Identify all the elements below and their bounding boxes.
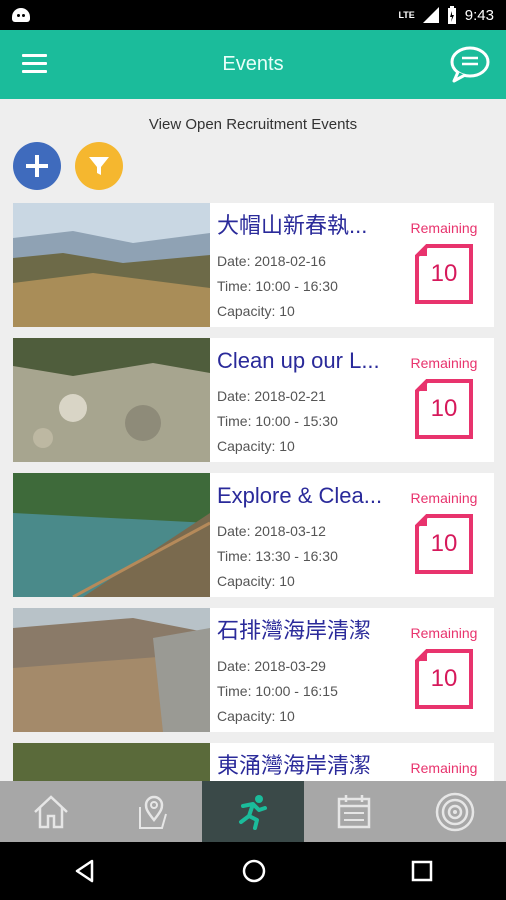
- calendar-icon: [337, 794, 371, 828]
- signal-icon: [422, 7, 439, 23]
- battery-icon: [447, 6, 456, 24]
- menu-icon[interactable]: [22, 54, 47, 74]
- remaining-label: Remaining: [410, 490, 478, 506]
- remaining-label: Remaining: [410, 355, 478, 371]
- home-icon: [33, 794, 68, 828]
- nav-map[interactable]: [101, 781, 202, 842]
- remaining-count: 10: [430, 395, 458, 422]
- back-icon[interactable]: [72, 858, 98, 884]
- event-title: 石排灣海岸清潔: [217, 618, 372, 643]
- app-bar: Events: [0, 30, 506, 99]
- event-time: Time: 10:00 - 15:30: [217, 413, 338, 429]
- event-time: Time: 10:00 - 16:30: [217, 278, 338, 294]
- clock: 9:43: [464, 6, 494, 24]
- remaining-badge: 10: [413, 648, 475, 710]
- plus-icon: [26, 155, 48, 177]
- event-card[interactable]: 大帽山新春執... Date: 2018-02-16 Time: 10:00 -…: [13, 203, 494, 327]
- recents-icon[interactable]: [410, 859, 434, 883]
- filter-icon: [89, 157, 109, 175]
- target-icon: [436, 792, 475, 831]
- nav-calendar[interactable]: [304, 781, 405, 842]
- runner-icon: [239, 794, 267, 830]
- event-capacity: Capacity: 10: [217, 708, 295, 724]
- subtitle: View Open Recruitment Events: [148, 116, 358, 133]
- event-title: Explore & Clea...: [217, 483, 383, 508]
- event-card[interactable]: Clean up our L... Date: 2018-02-21 Time:…: [13, 338, 494, 462]
- event-card[interactable]: 東涌灣海岸清潔 Remaining: [13, 743, 494, 781]
- event-time: Time: 10:00 - 16:15: [217, 683, 338, 699]
- remaining-count: 10: [430, 665, 458, 692]
- remaining-badge: 10: [413, 513, 475, 575]
- event-date: Date: 2018-03-12: [217, 523, 326, 539]
- add-event-button[interactable]: [13, 142, 61, 190]
- event-date: Date: 2018-02-16: [217, 253, 326, 269]
- remaining-count: 10: [430, 530, 458, 557]
- event-thumbnail: [13, 743, 210, 781]
- bottom-nav: [0, 781, 506, 842]
- nav-target[interactable]: [405, 781, 506, 842]
- status-bar: LTE 9:43: [0, 0, 506, 30]
- events-list[interactable]: View Open Recruitment Events 大帽山新春執... D…: [0, 99, 506, 781]
- nav-home[interactable]: [0, 781, 101, 842]
- event-capacity: Capacity: 10: [217, 438, 295, 454]
- nav-events[interactable]: [202, 781, 304, 842]
- network-label: LTE: [398, 10, 415, 20]
- event-card[interactable]: 石排灣海岸清潔 Date: 2018-03-29 Time: 10:00 - 1…: [13, 608, 494, 732]
- home-circle-icon[interactable]: [241, 858, 267, 884]
- android-icon: [12, 8, 30, 22]
- remaining-count: 10: [430, 260, 458, 287]
- event-thumbnail: [13, 608, 210, 732]
- event-date: Date: 2018-02-21: [217, 388, 326, 404]
- event-thumbnail: [13, 338, 210, 462]
- system-nav-bar: [0, 842, 506, 900]
- filter-button[interactable]: [75, 142, 123, 190]
- event-capacity: Capacity: 10: [217, 303, 295, 319]
- event-title: 東涌灣海岸清潔: [217, 753, 372, 778]
- page-title: Events: [222, 53, 284, 75]
- remaining-badge: 10: [413, 243, 475, 305]
- event-time: Time: 13:30 - 16:30: [217, 548, 338, 564]
- event-card[interactable]: Explore & Clea... Date: 2018-03-12 Time:…: [13, 473, 494, 597]
- event-thumbnail: [13, 473, 210, 597]
- event-capacity: Capacity: 10: [217, 573, 295, 589]
- event-thumbnail: [13, 203, 210, 327]
- event-title: 大帽山新春執...: [217, 213, 368, 238]
- remaining-label: Remaining: [410, 760, 478, 776]
- map-pin-icon: [138, 795, 167, 829]
- remaining-label: Remaining: [410, 220, 478, 236]
- event-title: Clean up our L...: [217, 348, 380, 373]
- event-date: Date: 2018-03-29: [217, 658, 326, 674]
- chat-bubble-icon[interactable]: [448, 44, 492, 84]
- remaining-badge: 10: [413, 378, 475, 440]
- remaining-label: Remaining: [410, 625, 478, 641]
